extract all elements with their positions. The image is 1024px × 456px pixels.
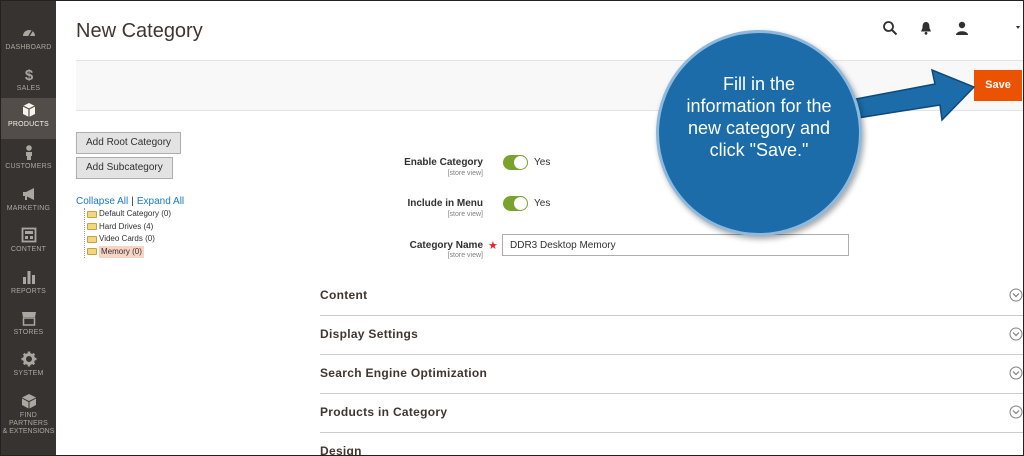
include-in-menu-label: Include in Menu: [407, 198, 483, 209]
tree-node[interactable]: Default Category (0): [87, 208, 171, 221]
enable-category-label: Enable Category: [404, 157, 483, 168]
chevron-down-icon: [1009, 327, 1023, 341]
category-name-input[interactable]: [502, 234, 849, 256]
bar-chart-icon: [22, 271, 35, 284]
save-button[interactable]: Save: [974, 70, 1022, 101]
sidebar-item-find-partners[interactable]: FIND PARTNERS & EXTENSIONS: [1, 389, 56, 437]
folder-icon: [87, 210, 97, 218]
category-tree: Default Category (0) Hard Drives (4) Vid…: [84, 208, 171, 258]
sidebar-item-label: CONTENT: [10, 246, 47, 253]
sidebar-item-label: PRODUCTS: [8, 121, 49, 128]
callout-text: Fill in the information for the new cate…: [669, 73, 849, 161]
enable-category-toggle[interactable]: [503, 155, 528, 170]
megaphone-icon: [22, 188, 34, 200]
admin-sidebar: DASHBOARD $ SALES PRODUCTS CUSTOMERS MAR…: [1, 1, 56, 455]
sidebar-item-system[interactable]: SYSTEM: [1, 347, 56, 388]
section-title: Content: [320, 288, 368, 302]
folder-icon: [87, 223, 97, 231]
chevron-down-icon: [1009, 288, 1023, 302]
bell-icon[interactable]: [918, 20, 934, 36]
tree-node-label: Default Category (0): [99, 209, 172, 218]
enable-category-scope: [store view]: [447, 170, 483, 177]
section-title: Products in Category: [320, 405, 448, 419]
callout-line: Fill in the: [722, 74, 796, 94]
cube-icon: [22, 103, 35, 117]
page-title: New Category: [76, 20, 203, 42]
tree-node[interactable]: Video Cards (0): [87, 233, 171, 246]
sidebar-item-customers[interactable]: CUSTOMERS: [1, 140, 56, 181]
section-design[interactable]: Design: [320, 433, 1023, 455]
svg-text:$: $: [24, 67, 33, 82]
expand-all-link[interactable]: Expand All: [137, 196, 184, 207]
folder-icon: [87, 248, 97, 256]
instruction-callout: Fill in the information for the new cate…: [656, 30, 862, 236]
sidebar-item-label: SALES: [16, 85, 41, 92]
sidebar-item-label: MARKETING: [6, 205, 51, 212]
tree-node-selected[interactable]: Memory (0): [87, 245, 171, 258]
tree-controls: Collapse All | Expand All: [76, 196, 184, 207]
enable-category-value: Yes: [534, 157, 551, 168]
tree-node-label: Memory (0): [99, 245, 144, 258]
person-icon: [25, 145, 32, 160]
section-seo[interactable]: Search Engine Optimization: [320, 355, 1023, 394]
sidebar-item-stores[interactable]: STORES: [1, 306, 56, 347]
dollar-icon: $: [24, 67, 33, 82]
caret-down-icon[interactable]: [1012, 24, 1024, 32]
sidebar-item-label: DASHBOARD: [5, 44, 52, 51]
include-in-menu-value: Yes: [534, 198, 551, 209]
sidebar-item-reports[interactable]: REPORTS: [1, 265, 56, 306]
section-content[interactable]: Content: [320, 277, 1023, 316]
gear-icon: [21, 351, 36, 367]
tree-node-label: Hard Drives (4): [99, 221, 154, 231]
section-title: Display Settings: [320, 327, 419, 341]
chevron-down-icon: [1009, 366, 1023, 380]
callout-line: new category and: [687, 118, 831, 138]
folder-icon: [87, 235, 97, 243]
sidebar-item-products[interactable]: PRODUCTS: [1, 98, 56, 139]
collapse-all-link[interactable]: Collapse All: [76, 196, 128, 207]
layout-icon: [21, 227, 36, 243]
sidebar-item-content[interactable]: CONTENT: [1, 223, 56, 264]
storefront-icon: [21, 312, 36, 326]
sidebar-item-label: SYSTEM: [13, 370, 44, 377]
sidebar-item-label: REPORTS: [10, 288, 47, 295]
box-icon: [21, 394, 36, 409]
add-root-category-button[interactable]: Add Root Category: [76, 132, 182, 154]
section-title: Search Engine Optimization: [320, 366, 488, 380]
search-icon[interactable]: [882, 20, 898, 36]
section-products-in-category[interactable]: Products in Category: [320, 394, 1023, 433]
sidebar-item-label: CUSTOMERS: [5, 163, 52, 170]
sidebar-item-label: STORES: [13, 329, 44, 336]
include-in-menu-scope: [store view]: [447, 211, 483, 218]
sidebar-item-label: FIND PARTNERS: [8, 412, 49, 427]
sidebar-item-marketing[interactable]: MARKETING: [1, 182, 56, 223]
tree-controls-separator: |: [131, 196, 134, 207]
dashboard-icon: [22, 30, 35, 37]
sidebar-item-dashboard[interactable]: DASHBOARD: [1, 21, 56, 62]
tree-node-label: Video Cards (0): [99, 234, 155, 243]
category-name-scope: [store view]: [447, 252, 483, 259]
category-name-label: Category Name: [409, 240, 483, 251]
add-subcategory-button[interactable]: Add Subcategory: [76, 157, 173, 179]
include-in-menu-toggle[interactable]: [503, 196, 528, 211]
chevron-down-icon: [1009, 405, 1023, 419]
callout-line: click "Save.": [709, 140, 809, 160]
required-star-icon: ★: [488, 240, 498, 252]
sidebar-item-sales[interactable]: $ SALES: [1, 62, 56, 103]
section-display-settings[interactable]: Display Settings: [320, 316, 1023, 355]
callout-line: information for the: [686, 96, 832, 116]
sidebar-item-label-line2: & EXTENSIONS: [2, 428, 55, 435]
section-title: Design: [320, 444, 362, 455]
user-icon[interactable]: [954, 20, 970, 36]
tree-node[interactable]: Hard Drives (4): [87, 221, 171, 234]
